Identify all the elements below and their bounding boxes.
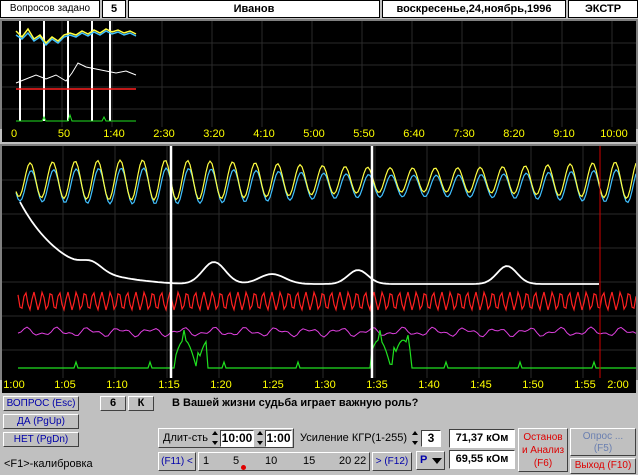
question-number: 6: [100, 396, 126, 411]
poll-button[interactable]: Опрос ... (F5): [570, 428, 636, 456]
window-field[interactable]: 1:00: [265, 430, 292, 447]
overview-tick: 5:00: [303, 128, 325, 140]
detail-tick: 1:35: [366, 379, 388, 391]
calibration-hint: <F1>-калибровка: [4, 458, 93, 470]
detail-tick: 1:30: [314, 379, 336, 391]
detail-tick: 1:55: [574, 379, 596, 391]
detail-traces: [15, 159, 636, 369]
detail-tick: 1:00: [3, 379, 25, 391]
stop-analysis-line3: (F6): [533, 458, 553, 469]
pulse-trace-red: [17, 290, 636, 312]
scale-label: 1: [203, 455, 210, 467]
overview-chart[interactable]: [0, 19, 638, 129]
question-button[interactable]: ВОПРОС (Esc): [3, 396, 79, 411]
overview-tick: 0: [10, 128, 18, 140]
chevron-down-icon: [432, 458, 442, 464]
detail-tick: 1:10: [106, 379, 128, 391]
gain-field[interactable]: 3: [421, 430, 441, 447]
duration-field[interactable]: 10:00: [220, 430, 254, 447]
overview-plot: [2, 21, 636, 127]
session-date: воскресенье,24,ноябрь,1996: [382, 0, 566, 18]
scale-position-marker[interactable]: [241, 465, 246, 470]
questions-label: Вопросов задано: [0, 0, 100, 18]
scale-label: 5: [233, 455, 240, 467]
detail-plot: [2, 146, 636, 378]
overview-trace-green: [16, 113, 136, 122]
detail-tick: 1:40: [418, 379, 440, 391]
question-type: К: [128, 396, 154, 411]
detail-tick: 1:20: [210, 379, 232, 391]
overview-tick: 5:50: [353, 128, 375, 140]
gain-label: Усиление КГР(1-255): [300, 432, 407, 444]
stop-analysis-line1: Останов: [523, 432, 563, 443]
duration-spinner[interactable]: [212, 430, 219, 446]
overview-tick: 4:10: [253, 128, 275, 140]
overview-tick: 1:40: [103, 128, 125, 140]
detail-tick: 1:50: [522, 379, 544, 391]
test-mode: ЭКСТР: [568, 0, 638, 18]
channel-value: Р: [420, 454, 428, 466]
tremor-trace-magenta: [17, 326, 636, 338]
overview-tick: 6:40: [403, 128, 425, 140]
window-spinner[interactable]: [257, 430, 264, 446]
prev-question-button[interactable]: (F11) <: [158, 452, 196, 471]
overview-grid: [2, 21, 636, 127]
questions-count: 5: [102, 0, 126, 18]
detail-tick: 1:15: [158, 379, 180, 391]
resistance-reading-1: 71,37 кОм: [449, 429, 515, 448]
question-text: В Вашей жизни судьба играет важную роль?: [172, 397, 419, 409]
overview-tick: 10:00: [600, 128, 628, 140]
duration-label: Длит-сть: [163, 432, 208, 444]
stop-analysis-line2: и Анализ: [521, 445, 565, 456]
detail-tick: 1:05: [54, 379, 76, 391]
poll-line2: (F5): [593, 443, 613, 454]
stop-analysis-button[interactable]: Останов и Анализ (F6): [518, 428, 568, 472]
overview-tick: 50: [57, 128, 71, 140]
scale-label: 10: [265, 455, 278, 467]
detail-time-axis: 1:00 1:05 1:10 1:15 1:20 1:25 1:30 1:35 …: [2, 378, 636, 393]
overview-time-axis: 0 50 1:40 2:30 3:20 4:10 5:00 5:50 6:40 …: [2, 127, 636, 142]
poll-line1: Опрос ...: [582, 431, 624, 442]
overview-tick: 9:10: [553, 128, 575, 140]
exit-button[interactable]: Выход (F10): [570, 458, 636, 474]
detail-tick: 1:45: [470, 379, 492, 391]
overview-trace-white: [15, 62, 137, 84]
scale-label: 15: [303, 455, 316, 467]
overview-tick: 8:20: [503, 128, 525, 140]
overview-tick: 3:20: [203, 128, 225, 140]
question-scale[interactable]: 1 5 10 15 20 22: [198, 452, 370, 471]
scale-label: 22: [354, 455, 367, 467]
resistance-reading-2: 69,55 кОм: [449, 450, 515, 469]
gain-spinner[interactable]: [412, 430, 419, 446]
detail-tick: 2:00: [607, 379, 629, 391]
yes-button[interactable]: ДА (PgUp): [3, 414, 79, 429]
overview-tick: 2:30: [153, 128, 175, 140]
detail-chart[interactable]: [0, 144, 638, 380]
channel-select[interactable]: Р: [416, 451, 445, 470]
detail-tick: 1:25: [262, 379, 284, 391]
next-question-button[interactable]: > (F12): [372, 452, 412, 471]
subject-name: Иванов: [128, 0, 380, 18]
no-button[interactable]: НЕТ (PgDn): [3, 432, 79, 447]
overview-tick: 7:30: [453, 128, 475, 140]
scale-label: 20: [339, 455, 352, 467]
